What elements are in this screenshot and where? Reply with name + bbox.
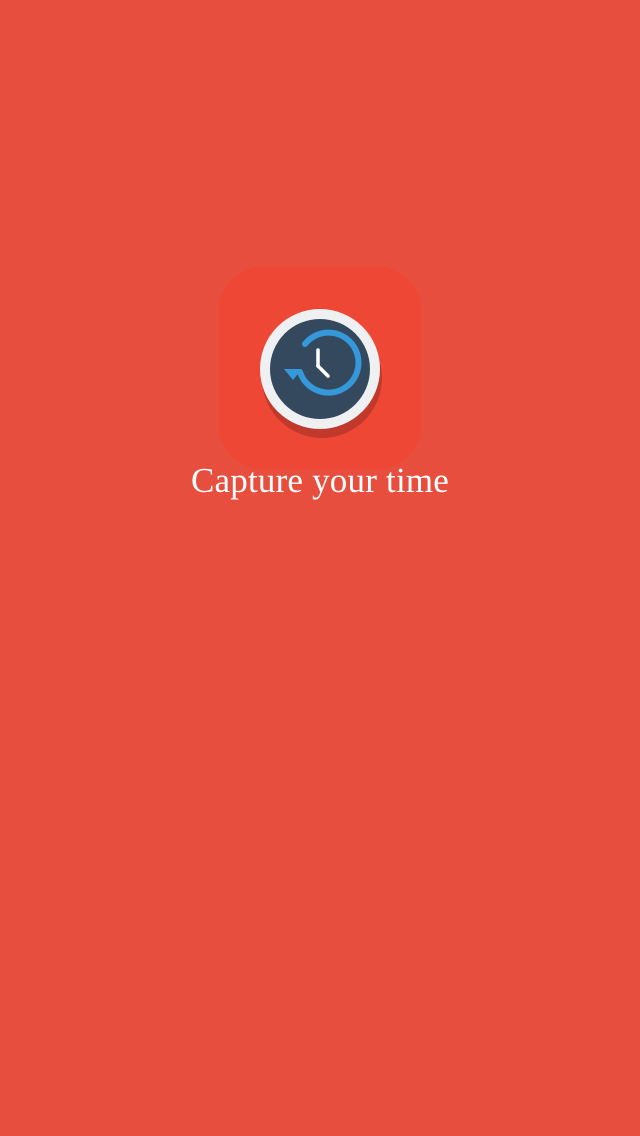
app-icon (218, 266, 422, 470)
tagline: Capture your time (190, 461, 450, 500)
splash-screen: Capture your time (0, 0, 640, 1136)
clock-history-icon (260, 309, 382, 438)
